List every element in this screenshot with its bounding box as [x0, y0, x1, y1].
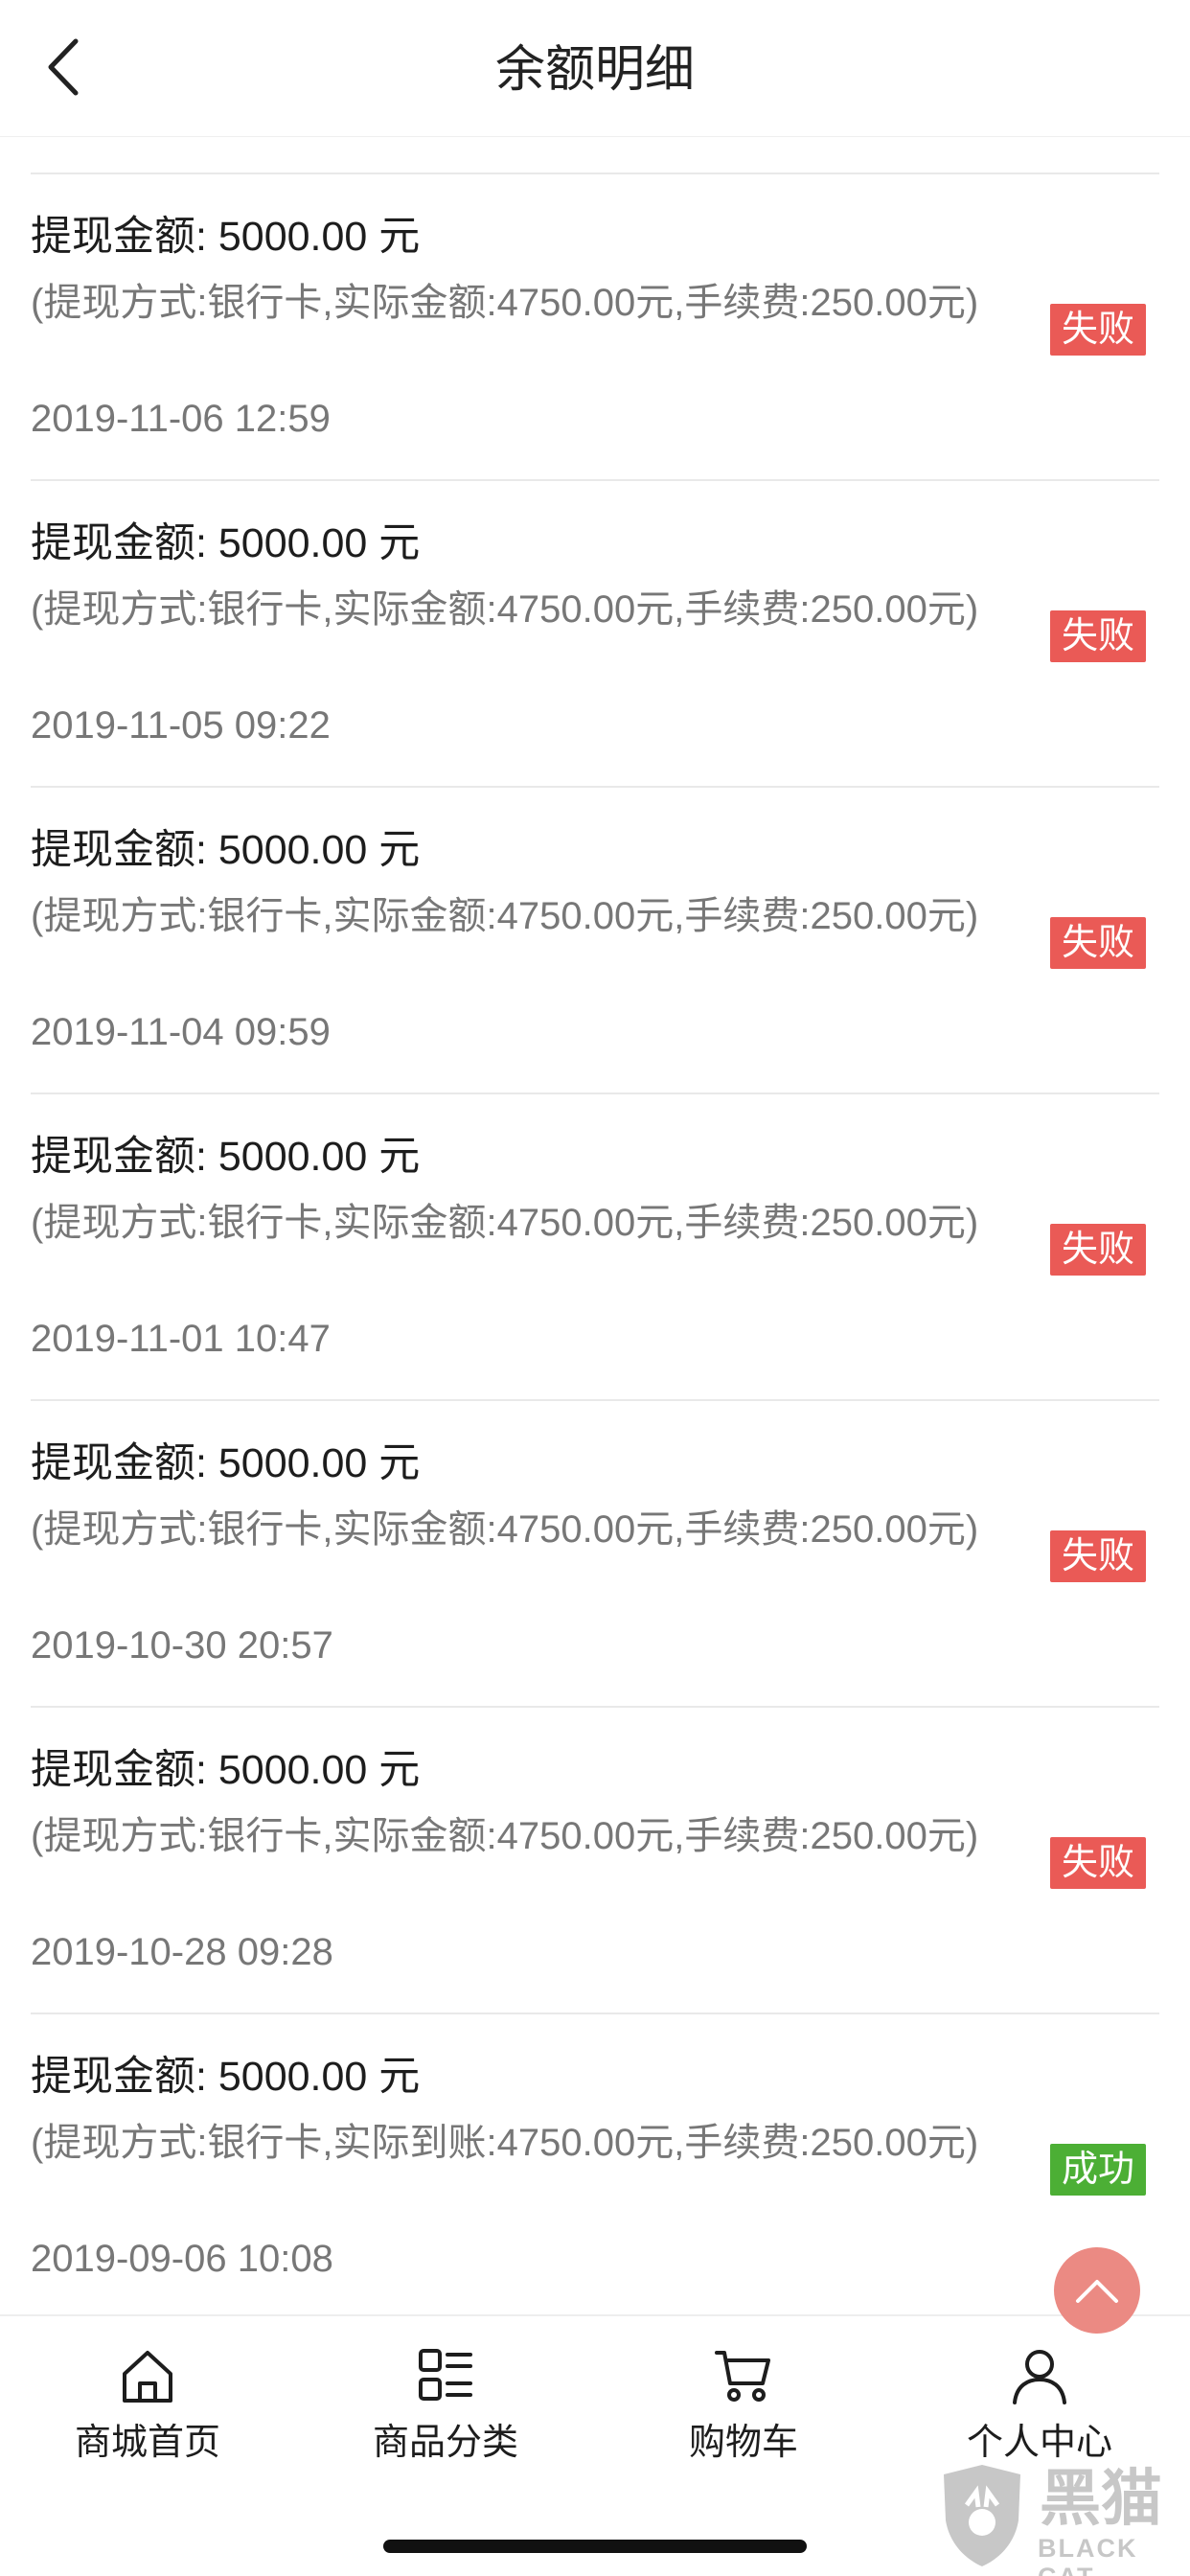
- page-title: 余额明细: [494, 42, 695, 98]
- home-icon: [123, 2351, 172, 2403]
- record-amount: 提现金额: 5000.00 元: [31, 214, 421, 260]
- tab-cart-label: 购物车: [688, 2423, 798, 2463]
- record-amount: 提现金额: 5000.00 元: [31, 2054, 421, 2100]
- status-badge: 成功: [1049, 2144, 1146, 2196]
- cart-icon: [715, 2351, 770, 2402]
- record-detail: (提现方式:银行卡,实际金额:4750.00元,手续费:250.00元): [31, 1508, 979, 1551]
- record-time: 2019-10-28 09:28: [31, 1931, 333, 1973]
- tab-category-label: 商品分类: [372, 2423, 518, 2463]
- status-badge: 失败: [1049, 610, 1146, 662]
- cat-shield-icon: [944, 2465, 1020, 2566]
- record-detail: (提现方式:银行卡,实际金额:4750.00元,手续费:250.00元): [31, 1202, 979, 1244]
- scroll-to-top-button[interactable]: [1054, 2247, 1140, 2334]
- watermark-en: BLACK CAT: [1038, 2534, 1138, 2576]
- record-item[interactable]: 提现金额: 5000.00 元 (提现方式:银行卡,实际金额:4750.00元,…: [31, 1094, 1159, 1401]
- balance-record-list: 提现金额: 5000.00 元 (提现方式:银行卡,实际金额:4750.00元,…: [31, 172, 1159, 2321]
- chevron-up-icon: [1076, 2280, 1118, 2303]
- record-item[interactable]: 提现金额: 5000.00 元 (提现方式:银行卡,实际金额:4750.00元,…: [31, 788, 1159, 1094]
- record-amount: 提现金额: 5000.00 元: [31, 1134, 421, 1180]
- record-time: 2019-11-05 09:22: [31, 704, 331, 747]
- record-item[interactable]: 提现金额: 5000.00 元 (提现方式:银行卡,实际金额:4750.00元,…: [31, 481, 1159, 788]
- record-time: 2019-10-30 20:57: [31, 1624, 333, 1667]
- tab-profile-label: 个人中心: [966, 2423, 1112, 2463]
- blackcat-watermark: 黑猫 BLACK CAT: [925, 2463, 1183, 2576]
- status-badge: 失败: [1049, 304, 1146, 356]
- record-detail: (提现方式:银行卡,实际金额:4750.00元,手续费:250.00元): [31, 282, 979, 324]
- record-amount: 提现金额: 5000.00 元: [31, 1747, 421, 1793]
- record-item[interactable]: 提现金额: 5000.00 元 (提现方式:银行卡,实际到账:4750.00元,…: [31, 2014, 1159, 2321]
- record-amount: 提现金额: 5000.00 元: [31, 520, 421, 566]
- status-badge: 失败: [1049, 1224, 1146, 1276]
- watermark-cn: 黑猫: [1040, 2464, 1162, 2533]
- record-item[interactable]: 提现金额: 5000.00 元 (提现方式:银行卡,实际金额:4750.00元,…: [31, 174, 1159, 481]
- record-item[interactable]: 提现金额: 5000.00 元 (提现方式:银行卡,实际金额:4750.00元,…: [31, 1401, 1159, 1708]
- record-detail: (提现方式:银行卡,实际金额:4750.00元,手续费:250.00元): [31, 588, 979, 631]
- status-badge: 失败: [1049, 917, 1146, 969]
- record-time: 2019-11-01 10:47: [31, 1318, 331, 1360]
- home-indicator: [383, 2540, 807, 2553]
- record-item[interactable]: 提现金额: 5000.00 元 (提现方式:银行卡,实际金额:4750.00元,…: [31, 1708, 1159, 2014]
- record-detail: (提现方式:银行卡,实际金额:4750.00元,手续费:250.00元): [31, 895, 979, 937]
- record-detail: (提现方式:银行卡,实际金额:4750.00元,手续费:250.00元): [31, 1815, 979, 1857]
- record-amount: 提现金额: 5000.00 元: [31, 827, 421, 873]
- tab-profile[interactable]: 个人中心: [915, 2345, 1164, 2466]
- record-time: 2019-09-06 10:08: [31, 2238, 333, 2280]
- tab-home[interactable]: 商城首页: [23, 2345, 272, 2466]
- tab-cart[interactable]: 购物车: [619, 2345, 868, 2466]
- category-icon: [419, 2349, 472, 2401]
- status-badge: 失败: [1049, 1837, 1146, 1889]
- record-time: 2019-11-04 09:59: [31, 1011, 331, 1053]
- balance-detail-page: 余额明细 提现金额: 5000.00 元 (提现方式:银行卡,实际金额:4750…: [0, 0, 1190, 2576]
- tab-home-label: 商城首页: [74, 2423, 220, 2463]
- record-detail: (提现方式:银行卡,实际到账:4750.00元,手续费:250.00元): [31, 2122, 979, 2164]
- record-amount: 提现金额: 5000.00 元: [31, 1440, 421, 1486]
- status-badge: 失败: [1049, 1530, 1146, 1582]
- record-time: 2019-11-06 12:59: [31, 398, 331, 440]
- user-icon: [1013, 2350, 1066, 2404]
- tab-category[interactable]: 商品分类: [321, 2345, 570, 2466]
- nav-header: 余额明细: [0, 0, 1190, 137]
